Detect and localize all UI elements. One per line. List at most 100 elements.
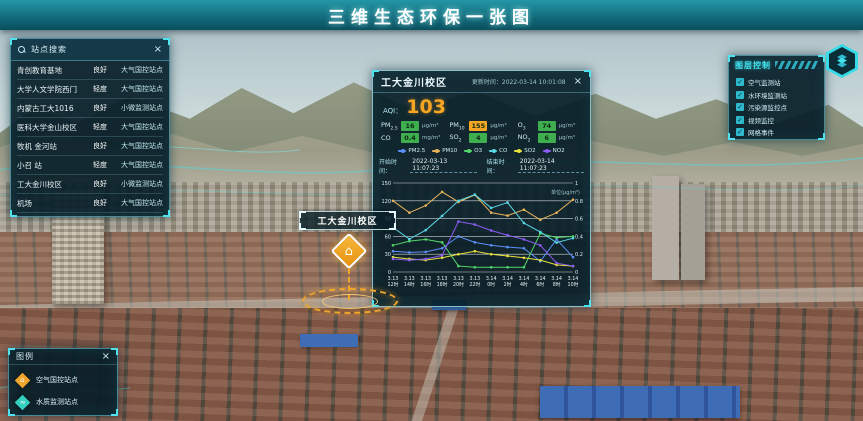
station-grade: 轻度 <box>93 160 117 170</box>
layer-item[interactable]: ✓ 空气监测站 <box>736 76 817 89</box>
station-panel-title: 站点搜索 <box>31 44 149 55</box>
chart-legend-item[interactable]: O3 <box>464 148 482 154</box>
station-type: 大气国控站点 <box>117 141 163 151</box>
station-name: 工大金川校区 <box>17 179 93 190</box>
pollutant-cell: PM10 155 μg/m³ <box>449 121 513 131</box>
chart-legend-item[interactable]: SO2 <box>514 148 535 154</box>
time-range-row: 开始时间： 2022-03-13 11:07:23 结束时间： 2022-03-… <box>373 155 590 177</box>
hatch-decoration <box>775 61 818 69</box>
popup-header: 工大金川校区 更新时间：2022-03-14 10:01:08 × <box>373 71 590 93</box>
layer-control-panel: 图层控制 ✓ 空气监测站✓ 水环境监测站✓ 污染源监控点✓ 视频监控✓ 网格事件 <box>728 55 825 140</box>
legend-items: ⌂ 空气国控站点≈ 水质监测站点 <box>9 365 117 417</box>
station-type: 小微监测站点 <box>117 179 163 189</box>
aqi-label: AQI： <box>383 106 402 116</box>
station-grade: 轻度 <box>93 84 117 94</box>
station-row[interactable]: 工大金川校区 良好 小微监测站点 <box>17 175 163 194</box>
chart-legend-item[interactable]: PM2.5 <box>398 148 425 154</box>
legend-item-label: 空气国控站点 <box>36 375 78 385</box>
station-row[interactable]: 机场 良好 大气国控站点 <box>17 194 163 213</box>
layer-item[interactable]: ✓ 视频监控 <box>736 114 817 127</box>
legend-item[interactable]: ≈ 水质监测站点 <box>17 391 109 413</box>
checkbox-checked-icon[interactable]: ✓ <box>736 78 744 86</box>
close-icon[interactable]: × <box>574 77 582 87</box>
checkbox-checked-icon[interactable]: ✓ <box>736 116 744 124</box>
pollutant-grid: PM2.5 16 μg/m³PM10 155 μg/m³O3 74 μg/m³C… <box>373 118 590 145</box>
pollutant-value-badge: 6 <box>538 133 556 143</box>
svg-text:3.1318时: 3.1318时 <box>437 276 448 288</box>
marker-selection-ring-inner <box>322 294 378 309</box>
legend-dot-icon <box>432 150 440 152</box>
close-icon[interactable]: × <box>102 352 110 362</box>
chart-unit-note: 单位(μg/m³) <box>551 189 580 196</box>
map-marker-label[interactable]: 工大金川校区 <box>299 211 396 230</box>
svg-text:0.8: 0.8 <box>575 198 583 204</box>
station-grade: 轻度 <box>93 122 117 132</box>
layer-panel-title: 图层控制 <box>735 60 771 71</box>
pollutant-cell: SO2 4 μg/m³ <box>449 133 513 143</box>
pollutant-name: O3 <box>518 121 535 131</box>
station-grade: 良好 <box>93 103 117 113</box>
station-detail-popup: 工大金川校区 更新时间：2022-03-14 10:01:08 × AQI： 1… <box>372 70 591 307</box>
station-row[interactable]: 小召 站 轻度 大气国控站点 <box>17 156 163 175</box>
svg-text:0.4: 0.4 <box>575 234 583 240</box>
station-row[interactable]: 内蒙古工大1016 良好 小微监测站点 <box>17 99 163 118</box>
svg-text:3.1312时: 3.1312时 <box>388 276 399 288</box>
svg-text:3.144时: 3.144时 <box>519 276 530 288</box>
svg-text:3.1316时: 3.1316时 <box>420 276 431 288</box>
pollutant-unit: μg/m³ <box>490 135 506 141</box>
end-time-field[interactable]: 结束时间： 2022-03-14 11:07:23 <box>487 157 585 175</box>
svg-text:30: 30 <box>385 252 391 258</box>
pollutant-cell: CO 0.4 mg/m³ <box>381 133 445 143</box>
checkbox-checked-icon[interactable]: ✓ <box>736 91 744 99</box>
layer-label: 网格事件 <box>748 127 774 137</box>
legend-dot-icon <box>464 150 472 152</box>
svg-text:60: 60 <box>385 234 391 240</box>
chart-legend-item[interactable]: CO <box>489 148 507 154</box>
layer-label: 污染源监控点 <box>748 102 787 112</box>
pollutant-value-badge: 74 <box>538 121 556 131</box>
chart-legend-item[interactable]: NO2 <box>543 148 565 154</box>
aqi-value: 103 <box>406 96 446 118</box>
layer-item[interactable]: ✓ 网格事件 <box>736 126 817 139</box>
close-icon[interactable]: × <box>154 45 162 55</box>
legend-item[interactable]: ⌂ 空气国控站点 <box>17 369 109 391</box>
chart-legend-item[interactable]: PM10 <box>432 148 457 154</box>
air-station-icon: ⌂ <box>15 372 31 388</box>
station-name: 内蒙古工大1016 <box>17 103 93 114</box>
popup-title: 工大金川校区 <box>381 74 447 89</box>
layer-item[interactable]: ✓ 水环境监测站 <box>736 89 817 102</box>
layer-item[interactable]: ✓ 污染源监控点 <box>736 101 817 114</box>
station-panel-header: 站点搜索 × <box>11 39 169 61</box>
legend-dot-icon <box>489 150 497 152</box>
svg-text:3.146时: 3.146时 <box>535 276 546 288</box>
station-type: 大气国控站点 <box>117 198 163 208</box>
station-row[interactable]: 医科大学金山校区 轻度 大气国控站点 <box>17 118 163 137</box>
pollutant-unit: μg/m³ <box>559 135 575 141</box>
legend-dot-icon <box>543 150 551 152</box>
svg-text:0: 0 <box>575 270 578 276</box>
station-type: 大气国控站点 <box>117 84 163 94</box>
svg-text:120: 120 <box>381 198 391 204</box>
search-icon <box>18 46 26 54</box>
svg-text:150: 150 <box>381 181 391 187</box>
start-time-field[interactable]: 开始时间： 2022-03-13 11:07:23 <box>379 157 477 175</box>
pollutant-cell: NO2 6 μg/m³ <box>518 133 582 143</box>
station-row[interactable]: 大学人文学院西门 轻度 大气国控站点 <box>17 80 163 99</box>
checkbox-checked-icon[interactable]: ✓ <box>736 128 744 136</box>
station-name: 牧机 金河站 <box>17 141 93 152</box>
station-row[interactable]: 青创教育基地 良好 大气国控站点 <box>17 61 163 80</box>
legend-header: 图例 × <box>9 349 117 365</box>
pollutant-name: PM2.5 <box>381 121 398 131</box>
layer-panel-header: 图层控制 <box>729 56 824 74</box>
layer-list: ✓ 空气监测站✓ 水环境监测站✓ 污染源监控点✓ 视频监控✓ 网格事件 <box>729 74 824 141</box>
chart-legend: PM2.5 PM10 O3 CO SO2 NO2 <box>373 145 590 155</box>
map-scene[interactable]: 三维生态环保一张图 站点搜索 × 青创教育基地 良好 大气国控站点大学人文学院西… <box>0 0 863 421</box>
page-title: 三维生态环保一张图 <box>328 3 535 28</box>
station-type: 小微监测站点 <box>117 103 163 113</box>
checkbox-checked-icon[interactable]: ✓ <box>736 103 744 111</box>
aqi-row: AQI： 103 <box>373 93 590 118</box>
station-row[interactable]: 牧机 金河站 良好 大气国控站点 <box>17 137 163 156</box>
station-list: 青创教育基地 良好 大气国控站点大学人文学院西门 轻度 大气国控站点内蒙古工大1… <box>11 61 169 213</box>
pollutant-unit: μg/m³ <box>559 123 575 129</box>
legend-dot-icon <box>398 150 406 152</box>
